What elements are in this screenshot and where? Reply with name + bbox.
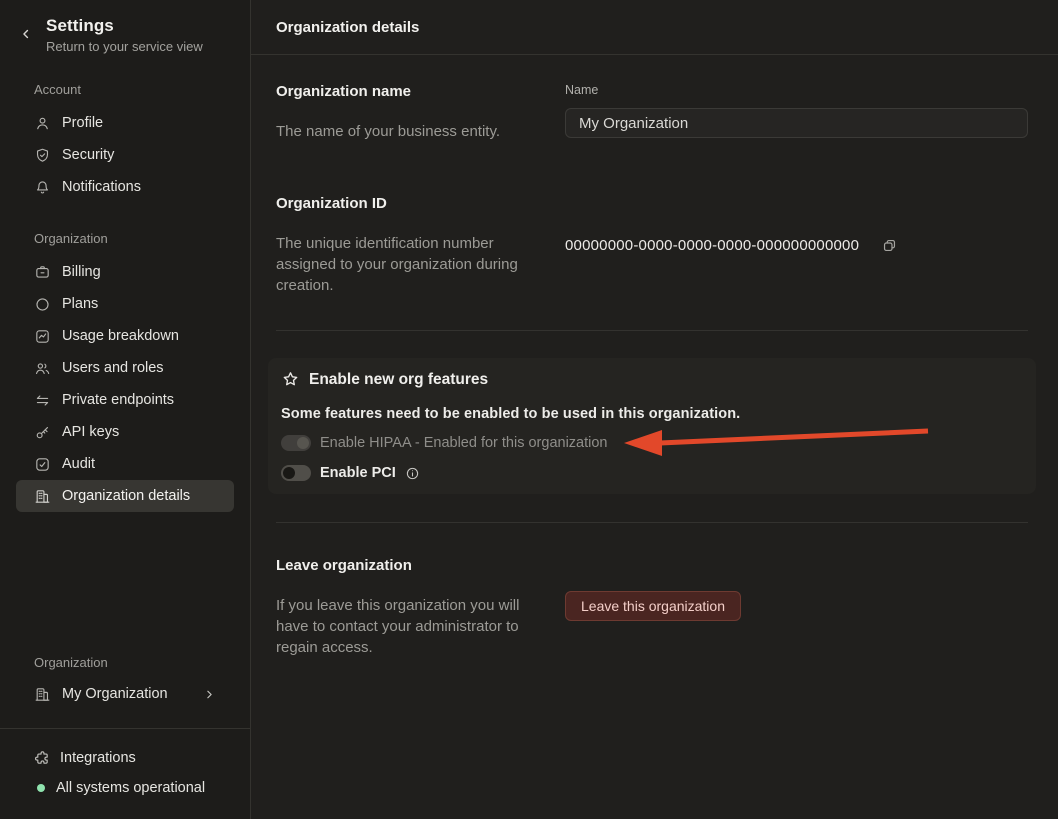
sidebar-item-label: Audit — [62, 456, 95, 472]
system-status-link[interactable]: All systems operational — [0, 773, 250, 803]
toggle-knob — [283, 467, 295, 479]
section-label-organization: Organization — [34, 231, 250, 246]
sidebar-item-label: Security — [62, 147, 114, 163]
features-card-title: Enable new org features — [309, 371, 488, 389]
leave-org-heading: Leave organization — [276, 557, 565, 574]
sidebar-item-label: Profile — [62, 115, 103, 131]
org-id-description: The unique identification number assigne… — [276, 233, 528, 296]
status-dot-icon — [37, 784, 45, 792]
org-switcher-label: Organization — [34, 655, 250, 670]
hipaa-toggle-label: Enable HIPAA - Enabled for this organiza… — [320, 435, 608, 451]
user-icon — [34, 115, 51, 132]
account-nav: Profile Security Notifications — [0, 107, 250, 203]
sidebar-item-organization-details[interactable]: Organization details — [16, 480, 234, 512]
org-switcher[interactable]: My Organization — [16, 678, 234, 710]
sidebar-subtitle: Return to your service view — [46, 39, 203, 54]
settings-app: Settings Return to your service view Acc… — [0, 0, 1058, 819]
org-name-heading: Organization name — [276, 83, 565, 100]
back-button[interactable] — [14, 23, 38, 47]
sidebar-item-audit[interactable]: Audit — [16, 448, 234, 480]
org-switcher-name: My Organization — [62, 686, 168, 702]
divider — [276, 330, 1028, 331]
bell-icon — [34, 179, 51, 196]
sidebar-item-label: Notifications — [62, 179, 141, 195]
sidebar-item-label: Usage breakdown — [62, 328, 179, 344]
arrows-swap-icon — [34, 392, 51, 409]
sidebar-item-security[interactable]: Security — [16, 139, 234, 171]
org-name-description: The name of your business entity. — [276, 121, 528, 142]
pci-toggle[interactable] — [281, 465, 311, 481]
sidebar-header: Settings Return to your service view — [14, 16, 236, 54]
building-icon — [34, 488, 51, 505]
building-icon — [34, 686, 51, 703]
sidebar-title: Settings — [46, 16, 203, 36]
hipaa-toggle-row: Enable HIPAA - Enabled for this organiza… — [281, 435, 1022, 451]
users-icon — [34, 360, 51, 377]
org-id-value: 00000000-0000-0000-0000-000000000000 — [565, 237, 859, 254]
pci-info-button[interactable] — [405, 466, 420, 481]
org-id-heading: Organization ID — [276, 195, 565, 212]
chevron-left-icon — [19, 27, 33, 44]
sidebar-item-plans[interactable]: Plans — [16, 288, 234, 320]
name-field-label: Name — [565, 83, 1028, 97]
leave-org-section: Leave organization If you leave this org… — [276, 523, 1028, 658]
status-text: All systems operational — [56, 780, 205, 796]
features-card: Enable new org features Some features ne… — [268, 358, 1036, 494]
sidebar-item-label: Billing — [62, 264, 101, 280]
settings-sidebar: Settings Return to your service view Acc… — [0, 0, 251, 819]
sidebar-item-users-and-roles[interactable]: Users and roles — [16, 352, 234, 384]
toggle-knob — [297, 437, 309, 449]
key-icon — [34, 424, 51, 441]
leave-org-description: If you leave this organization you will … — [276, 595, 528, 658]
org-id-section: Organization ID The unique identificatio… — [276, 195, 1028, 296]
integrations-link[interactable]: Integrations — [0, 743, 250, 773]
sidebar-item-label: Private endpoints — [62, 392, 174, 408]
sidebar-item-label: API keys — [62, 424, 119, 440]
org-name-input[interactable] — [565, 108, 1028, 138]
sidebar-item-private-endpoints[interactable]: Private endpoints — [16, 384, 234, 416]
hipaa-toggle[interactable] — [281, 435, 311, 451]
sidebar-item-api-keys[interactable]: API keys — [16, 416, 234, 448]
leave-organization-button[interactable]: Leave this organization — [565, 591, 741, 621]
pci-toggle-row: Enable PCI — [281, 465, 1022, 481]
main-panel: Organization details Organization name T… — [251, 0, 1058, 819]
org-name-section: Organization name The name of your busin… — [276, 55, 1028, 142]
info-icon — [405, 466, 420, 481]
integrations-label: Integrations — [60, 750, 136, 766]
copy-icon — [881, 237, 898, 254]
pci-toggle-label: Enable PCI — [320, 465, 396, 481]
features-card-description: Some features need to be enabled to be u… — [281, 406, 1022, 422]
page-title: Organization details — [251, 0, 1058, 55]
circle-icon — [34, 296, 51, 313]
sidebar-item-label: Plans — [62, 296, 98, 312]
sidebar-item-label: Organization details — [62, 488, 190, 504]
sidebar-item-label: Users and roles — [62, 360, 164, 376]
sidebar-item-profile[interactable]: Profile — [16, 107, 234, 139]
section-label-account: Account — [34, 82, 250, 97]
sidebar-item-usage-breakdown[interactable]: Usage breakdown — [16, 320, 234, 352]
shield-check-icon — [34, 147, 51, 164]
sidebar-item-notifications[interactable]: Notifications — [16, 171, 234, 203]
puzzle-icon — [34, 750, 51, 767]
chevron-right-icon — [203, 688, 216, 701]
organization-nav: Billing Plans Usage breakdown Users and … — [0, 256, 250, 512]
star-icon — [281, 370, 300, 389]
copy-org-id-button[interactable] — [881, 237, 898, 254]
sidebar-footer: Integrations All systems operational — [0, 729, 250, 819]
chart-icon — [34, 328, 51, 345]
billing-icon — [34, 264, 51, 281]
audit-icon — [34, 456, 51, 473]
sidebar-item-billing[interactable]: Billing — [16, 256, 234, 288]
